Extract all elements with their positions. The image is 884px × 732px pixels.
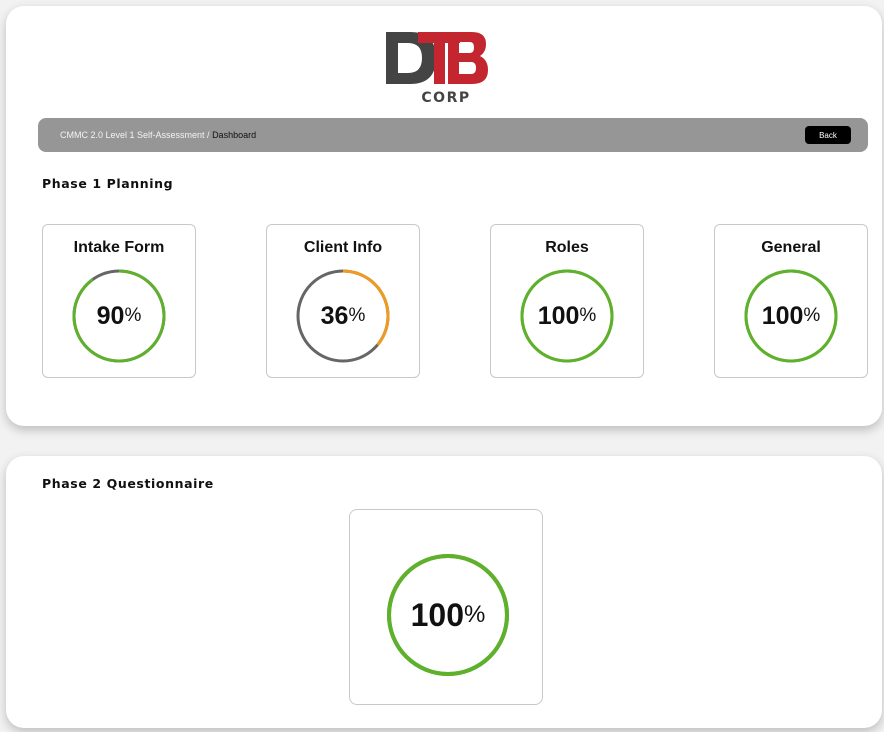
breadcrumb: CMMC 2.0 Level 1 Self-Assessment / Dashb…: [38, 118, 868, 152]
card-title: General: [761, 239, 821, 256]
progress-ring: 100%: [386, 553, 510, 677]
progress-number: 90: [96, 301, 125, 330]
progress-ring: 100%: [744, 269, 838, 363]
card-roles[interactable]: Roles 100%: [490, 224, 644, 378]
progress-value: 100%: [744, 269, 838, 363]
progress-value: 90%: [72, 269, 166, 363]
progress-ring: 100%: [520, 269, 614, 363]
progress-value: 100%: [520, 269, 614, 363]
back-button[interactable]: Back: [805, 126, 851, 144]
progress-number: 36: [320, 301, 349, 330]
svg-text:CORP: CORP: [421, 90, 470, 106]
card-client-info[interactable]: Client Info 36%: [266, 224, 420, 378]
breadcrumb-text: CMMC 2.0 Level 1 Self-Assessment / Dashb…: [60, 130, 256, 140]
progress-number: 100: [410, 596, 465, 633]
card-title: Intake Form: [73, 239, 165, 256]
phase2-panel: Phase 2 Questionnaire 100%: [6, 456, 882, 728]
dtb-corp-logo: CORP: [384, 28, 492, 110]
progress-unit: %: [579, 305, 597, 326]
card-title: Roles: [545, 239, 589, 256]
progress-ring: 90%: [72, 269, 166, 363]
progress-ring: 36%: [296, 269, 390, 363]
progress-number: 100: [537, 301, 580, 330]
phase2-title: Phase 2 Questionnaire: [42, 476, 214, 491]
phase1-title: Phase 1 Planning: [42, 176, 174, 191]
card-intake-form[interactable]: Intake Form 90%: [42, 224, 196, 378]
progress-value: 100%: [386, 553, 510, 677]
progress-unit: %: [464, 601, 486, 628]
progress-unit: %: [124, 305, 142, 326]
card-title: Client Info: [303, 239, 383, 256]
progress-unit: %: [348, 305, 366, 326]
progress-number: 100: [761, 301, 804, 330]
breadcrumb-current: Dashboard: [212, 130, 257, 140]
questionnaire-card[interactable]: 100%: [349, 509, 543, 705]
card-general[interactable]: General 100%: [714, 224, 868, 378]
progress-value: 36%: [296, 269, 390, 363]
progress-unit: %: [803, 305, 821, 326]
breadcrumb-path[interactable]: CMMC 2.0 Level 1 Self-Assessment /: [60, 130, 212, 140]
phase1-panel: CORP CMMC 2.0 Level 1 Self-Assessment / …: [6, 6, 882, 426]
